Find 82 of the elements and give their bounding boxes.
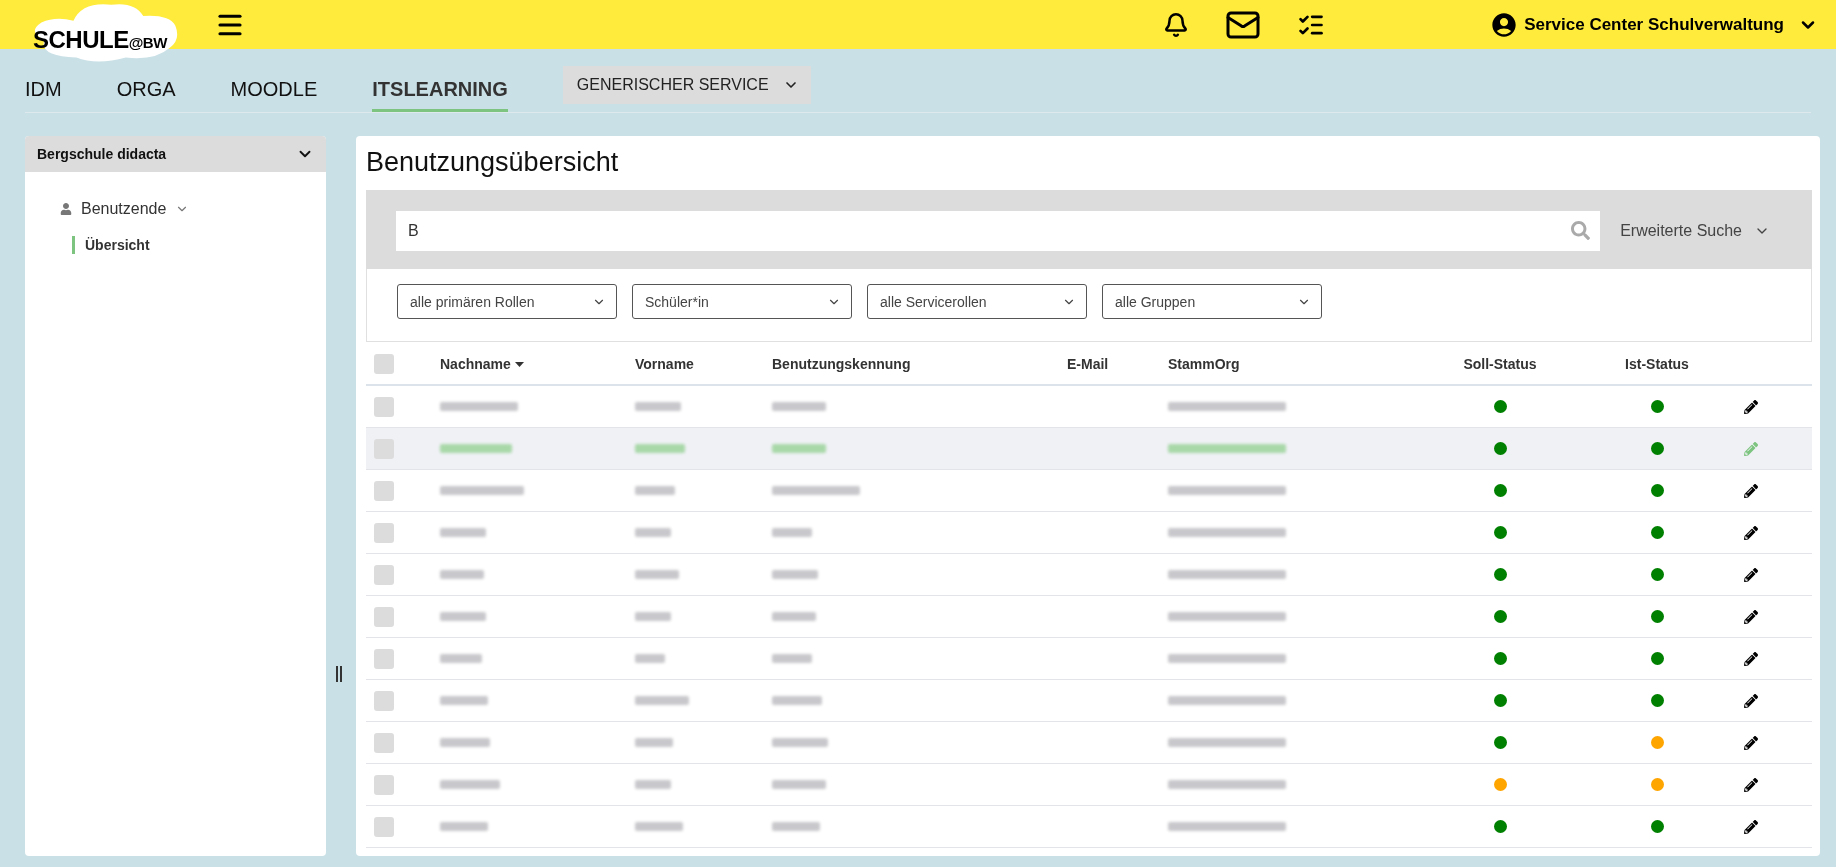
school-selector[interactable]: Bergschule didacta	[25, 136, 326, 172]
blurred-text	[635, 486, 675, 495]
row-checkbox[interactable]	[374, 438, 394, 459]
blurred-text	[440, 822, 488, 831]
blurred-text	[772, 402, 826, 411]
column-header[interactable]: Nachname	[440, 356, 635, 372]
blurred-text	[772, 612, 816, 621]
blurred-text	[772, 738, 828, 747]
column-header[interactable]: Vorname	[635, 356, 772, 372]
tree-item[interactable]: Benutzende	[60, 200, 190, 218]
row-checkbox[interactable]	[374, 396, 394, 417]
select-all-checkbox[interactable]	[374, 354, 394, 374]
column-header[interactable]: Soll-Status	[1430, 356, 1570, 372]
filter-select[interactable]: alle primären Rollen	[397, 284, 617, 319]
edit-icon[interactable]	[1744, 567, 1758, 582]
row-checkbox[interactable]	[374, 606, 394, 627]
row-checkbox[interactable]	[374, 732, 394, 753]
blurred-text	[635, 822, 683, 831]
row-checkbox[interactable]	[374, 564, 394, 585]
blurred-text	[635, 696, 689, 705]
edit-icon[interactable]	[1744, 777, 1758, 792]
filter-select[interactable]: Schüler*in	[632, 284, 852, 319]
user-menu[interactable]: Service Center Schulverwaltung	[1490, 10, 1818, 39]
blurred-text	[440, 570, 484, 579]
sort-icon	[514, 361, 524, 367]
edit-icon[interactable]	[1744, 693, 1758, 708]
row-checkbox[interactable]	[374, 480, 394, 501]
row-checkbox[interactable]	[374, 690, 394, 711]
nav-tab[interactable]: IDM	[25, 68, 62, 112]
filter-select[interactable]: alle Servicerollen	[867, 284, 1087, 319]
blurred-text	[635, 612, 671, 621]
column-header[interactable]: E-Mail	[1067, 356, 1168, 372]
edit-icon[interactable]	[1744, 399, 1758, 414]
blurred-text	[440, 654, 482, 663]
blurred-text	[635, 528, 671, 537]
blurred-text	[440, 612, 486, 621]
blurred-text	[440, 528, 486, 537]
edit-icon[interactable]	[1744, 609, 1758, 624]
tree-subitem[interactable]: Übersicht	[72, 236, 150, 254]
blurred-text	[772, 444, 826, 453]
filter-select[interactable]: alle Gruppen	[1102, 284, 1322, 319]
blurred-text	[635, 780, 671, 789]
blurred-text	[772, 570, 818, 579]
edit-icon[interactable]	[1744, 483, 1758, 498]
bell-icon[interactable]	[1163, 11, 1190, 38]
search-icon	[1571, 221, 1591, 240]
account-icon	[1490, 10, 1519, 39]
column-header[interactable]: Ist-Status	[1570, 356, 1744, 372]
blurred-text	[635, 402, 681, 411]
table-row[interactable]	[366, 428, 1812, 470]
blurred-text	[635, 738, 673, 747]
resize-handle[interactable]	[335, 666, 343, 682]
blurred-text	[772, 696, 822, 705]
row-checkbox[interactable]	[374, 816, 394, 837]
nav-tab[interactable]: ORGA	[116, 68, 176, 112]
edit-icon[interactable]	[1744, 735, 1758, 750]
edit-icon[interactable]	[1744, 525, 1758, 540]
blurred-text	[772, 780, 826, 789]
blurred-text	[635, 570, 679, 579]
blurred-text	[440, 780, 500, 789]
edit-icon[interactable]	[1744, 651, 1758, 666]
blurred-text	[440, 738, 490, 747]
row-checkbox[interactable]	[374, 522, 394, 543]
blurred-text	[635, 654, 665, 663]
row-checkbox[interactable]	[374, 774, 394, 795]
advanced-search-toggle[interactable]: Erweiterte Suche	[1612, 222, 1782, 240]
column-header[interactable]: StammOrg	[1168, 356, 1430, 372]
search-field[interactable]: B	[396, 211, 1601, 251]
nav-tab[interactable]: ITSLEARNING	[372, 68, 508, 112]
blurred-text	[635, 444, 685, 453]
column-header[interactable]: Benutzungskennung	[772, 356, 1067, 372]
blurred-text	[772, 528, 812, 537]
person-icon	[60, 203, 72, 215]
edit-icon[interactable]	[1744, 819, 1758, 834]
blurred-text	[772, 654, 812, 663]
blurred-text	[772, 822, 820, 831]
row-checkbox[interactable]	[374, 648, 394, 669]
page-title: Benutzungsübersicht	[366, 146, 620, 179]
blurred-text	[440, 696, 488, 705]
service-dropdown[interactable]: GENERISCHER SERVICE	[562, 65, 811, 104]
nav-tab[interactable]: MOODLE	[230, 68, 318, 112]
blurred-text	[440, 444, 512, 453]
